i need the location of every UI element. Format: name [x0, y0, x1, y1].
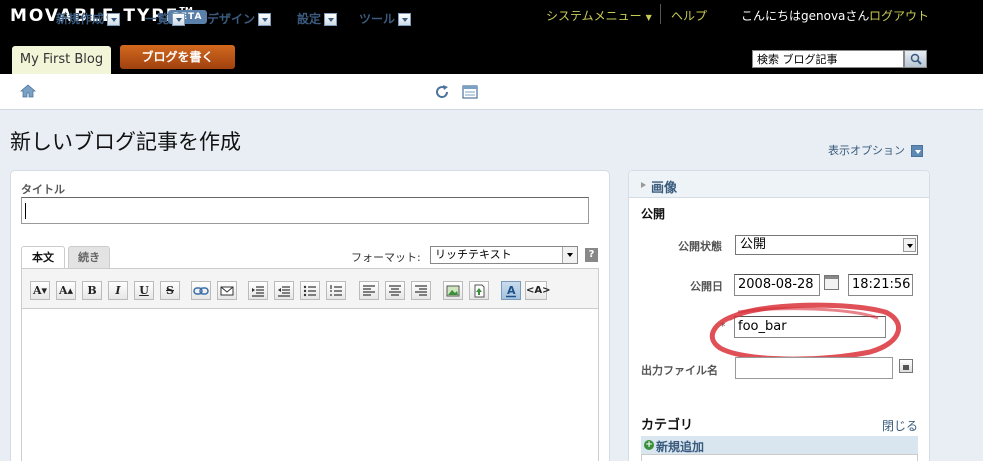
align-left-icon — [363, 285, 375, 296]
home-icon[interactable] — [20, 84, 36, 98]
category-list[interactable] — [641, 454, 918, 461]
strikethrough-button[interactable]: S — [160, 281, 180, 300]
bullet-list-icon — [303, 285, 316, 297]
status-select[interactable]: 公開 — [735, 235, 918, 255]
view-site-icon[interactable] — [462, 85, 478, 99]
nav-tools[interactable]: ツール — [359, 10, 412, 27]
image-icon — [446, 285, 460, 297]
indent-icon — [252, 286, 264, 297]
calendar-icon[interactable] — [824, 275, 839, 290]
email-link-button[interactable] — [217, 281, 237, 300]
outdent-button[interactable] — [274, 281, 294, 300]
insert-file-button[interactable] — [469, 281, 489, 300]
numbered-list-icon — [330, 285, 342, 296]
bullet-list-button[interactable] — [300, 281, 320, 300]
nav-list[interactable]: 一覧 — [145, 10, 186, 27]
main-nav — [0, 74, 983, 110]
chevron-down-icon: ▼ — [645, 13, 652, 22]
close-category-link[interactable]: 閉じる — [882, 417, 918, 434]
help-link[interactable]: ヘルプ — [671, 7, 707, 24]
blog-tab[interactable]: My First Blog — [12, 46, 111, 74]
nav-design[interactable]: デザイン — [207, 10, 272, 27]
publish-date-label: 公開日 — [690, 280, 723, 293]
divider — [660, 4, 661, 24]
html-mode-button[interactable]: <A> — [525, 281, 551, 300]
align-center-icon — [389, 285, 401, 296]
publish-date-field[interactable]: 2008-08-28 — [734, 274, 820, 296]
chevron-right-icon[interactable] — [641, 182, 646, 188]
search-button[interactable] — [904, 50, 927, 68]
image-widget-label[interactable]: 画像 — [651, 177, 677, 196]
italic-button[interactable]: I — [108, 281, 128, 300]
publish-time-field[interactable]: 18:21:56 — [848, 274, 913, 296]
page-title: 新しいブログ記事を作成 — [10, 130, 241, 154]
format-select[interactable]: リッチテキスト — [430, 246, 578, 264]
chevron-down-icon[interactable] — [172, 13, 186, 26]
outdent-icon — [278, 286, 290, 297]
plus-icon[interactable]: + — [644, 440, 654, 450]
underline-button[interactable]: U — [134, 281, 154, 300]
link-icon — [193, 287, 209, 295]
font-smaller-button[interactable]: A▾ — [30, 281, 50, 300]
search-input[interactable] — [752, 50, 904, 68]
chevron-down-icon[interactable] — [324, 13, 338, 26]
write-entry-button[interactable]: ブログを書く — [120, 45, 235, 69]
align-left-button[interactable] — [359, 281, 379, 300]
category-heading: カテゴリ — [641, 418, 694, 433]
filename-field[interactable] — [735, 357, 893, 379]
font-larger-button[interactable]: A▴ — [56, 281, 76, 300]
chevron-down-icon[interactable] — [911, 145, 923, 157]
tab-body[interactable]: 本文 — [21, 246, 65, 269]
indent-button[interactable] — [248, 281, 268, 300]
insert-image-button[interactable] — [443, 281, 463, 300]
text-caret — [25, 203, 26, 219]
bold-button[interactable]: B — [82, 281, 102, 300]
display-options-link[interactable]: 表示オプション — [828, 142, 923, 158]
svg-text:A: A — [507, 284, 516, 297]
align-right-button[interactable] — [411, 281, 431, 300]
nav-new[interactable]: 新規作成 — [56, 10, 121, 27]
chevron-down-icon — [562, 247, 577, 263]
file-upload-icon — [474, 284, 485, 298]
help-icon[interactable]: ? — [585, 248, 598, 262]
chevron-down-icon[interactable] — [258, 13, 272, 26]
text-color-icon: A — [506, 284, 516, 298]
wysiwyg-mode-button[interactable]: A — [501, 281, 521, 300]
add-category-link[interactable]: 新規追加 — [656, 438, 704, 455]
chevron-down-icon — [903, 238, 916, 252]
refresh-icon[interactable] — [434, 84, 450, 100]
title-label: タイトル — [21, 183, 65, 196]
title-input[interactable] — [21, 197, 589, 224]
align-right-icon — [415, 285, 427, 296]
filename-label: 出力ファイル名 — [641, 364, 718, 377]
search-icon — [910, 53, 922, 65]
nav-settings[interactable]: 設定 — [297, 10, 338, 27]
system-menu-link[interactable]: システムメニュー ▼ — [546, 7, 652, 24]
publish-heading: 公開 — [641, 207, 666, 221]
chevron-down-icon[interactable] — [107, 13, 121, 26]
envelope-icon — [220, 286, 234, 296]
format-label: フォーマット: — [351, 251, 421, 264]
status-label: 公開状態 — [678, 240, 722, 253]
align-center-button[interactable] — [385, 281, 405, 300]
link-button[interactable] — [191, 281, 211, 300]
user-greeting: こんにちはgenovaさん — [741, 9, 870, 23]
logout-link[interactable]: ログアウト — [869, 7, 929, 24]
tab-extended[interactable]: 続き — [68, 246, 110, 268]
numbered-list-button[interactable] — [326, 281, 346, 300]
chevron-down-icon[interactable] — [398, 13, 412, 26]
lock-icon[interactable] — [899, 359, 913, 373]
